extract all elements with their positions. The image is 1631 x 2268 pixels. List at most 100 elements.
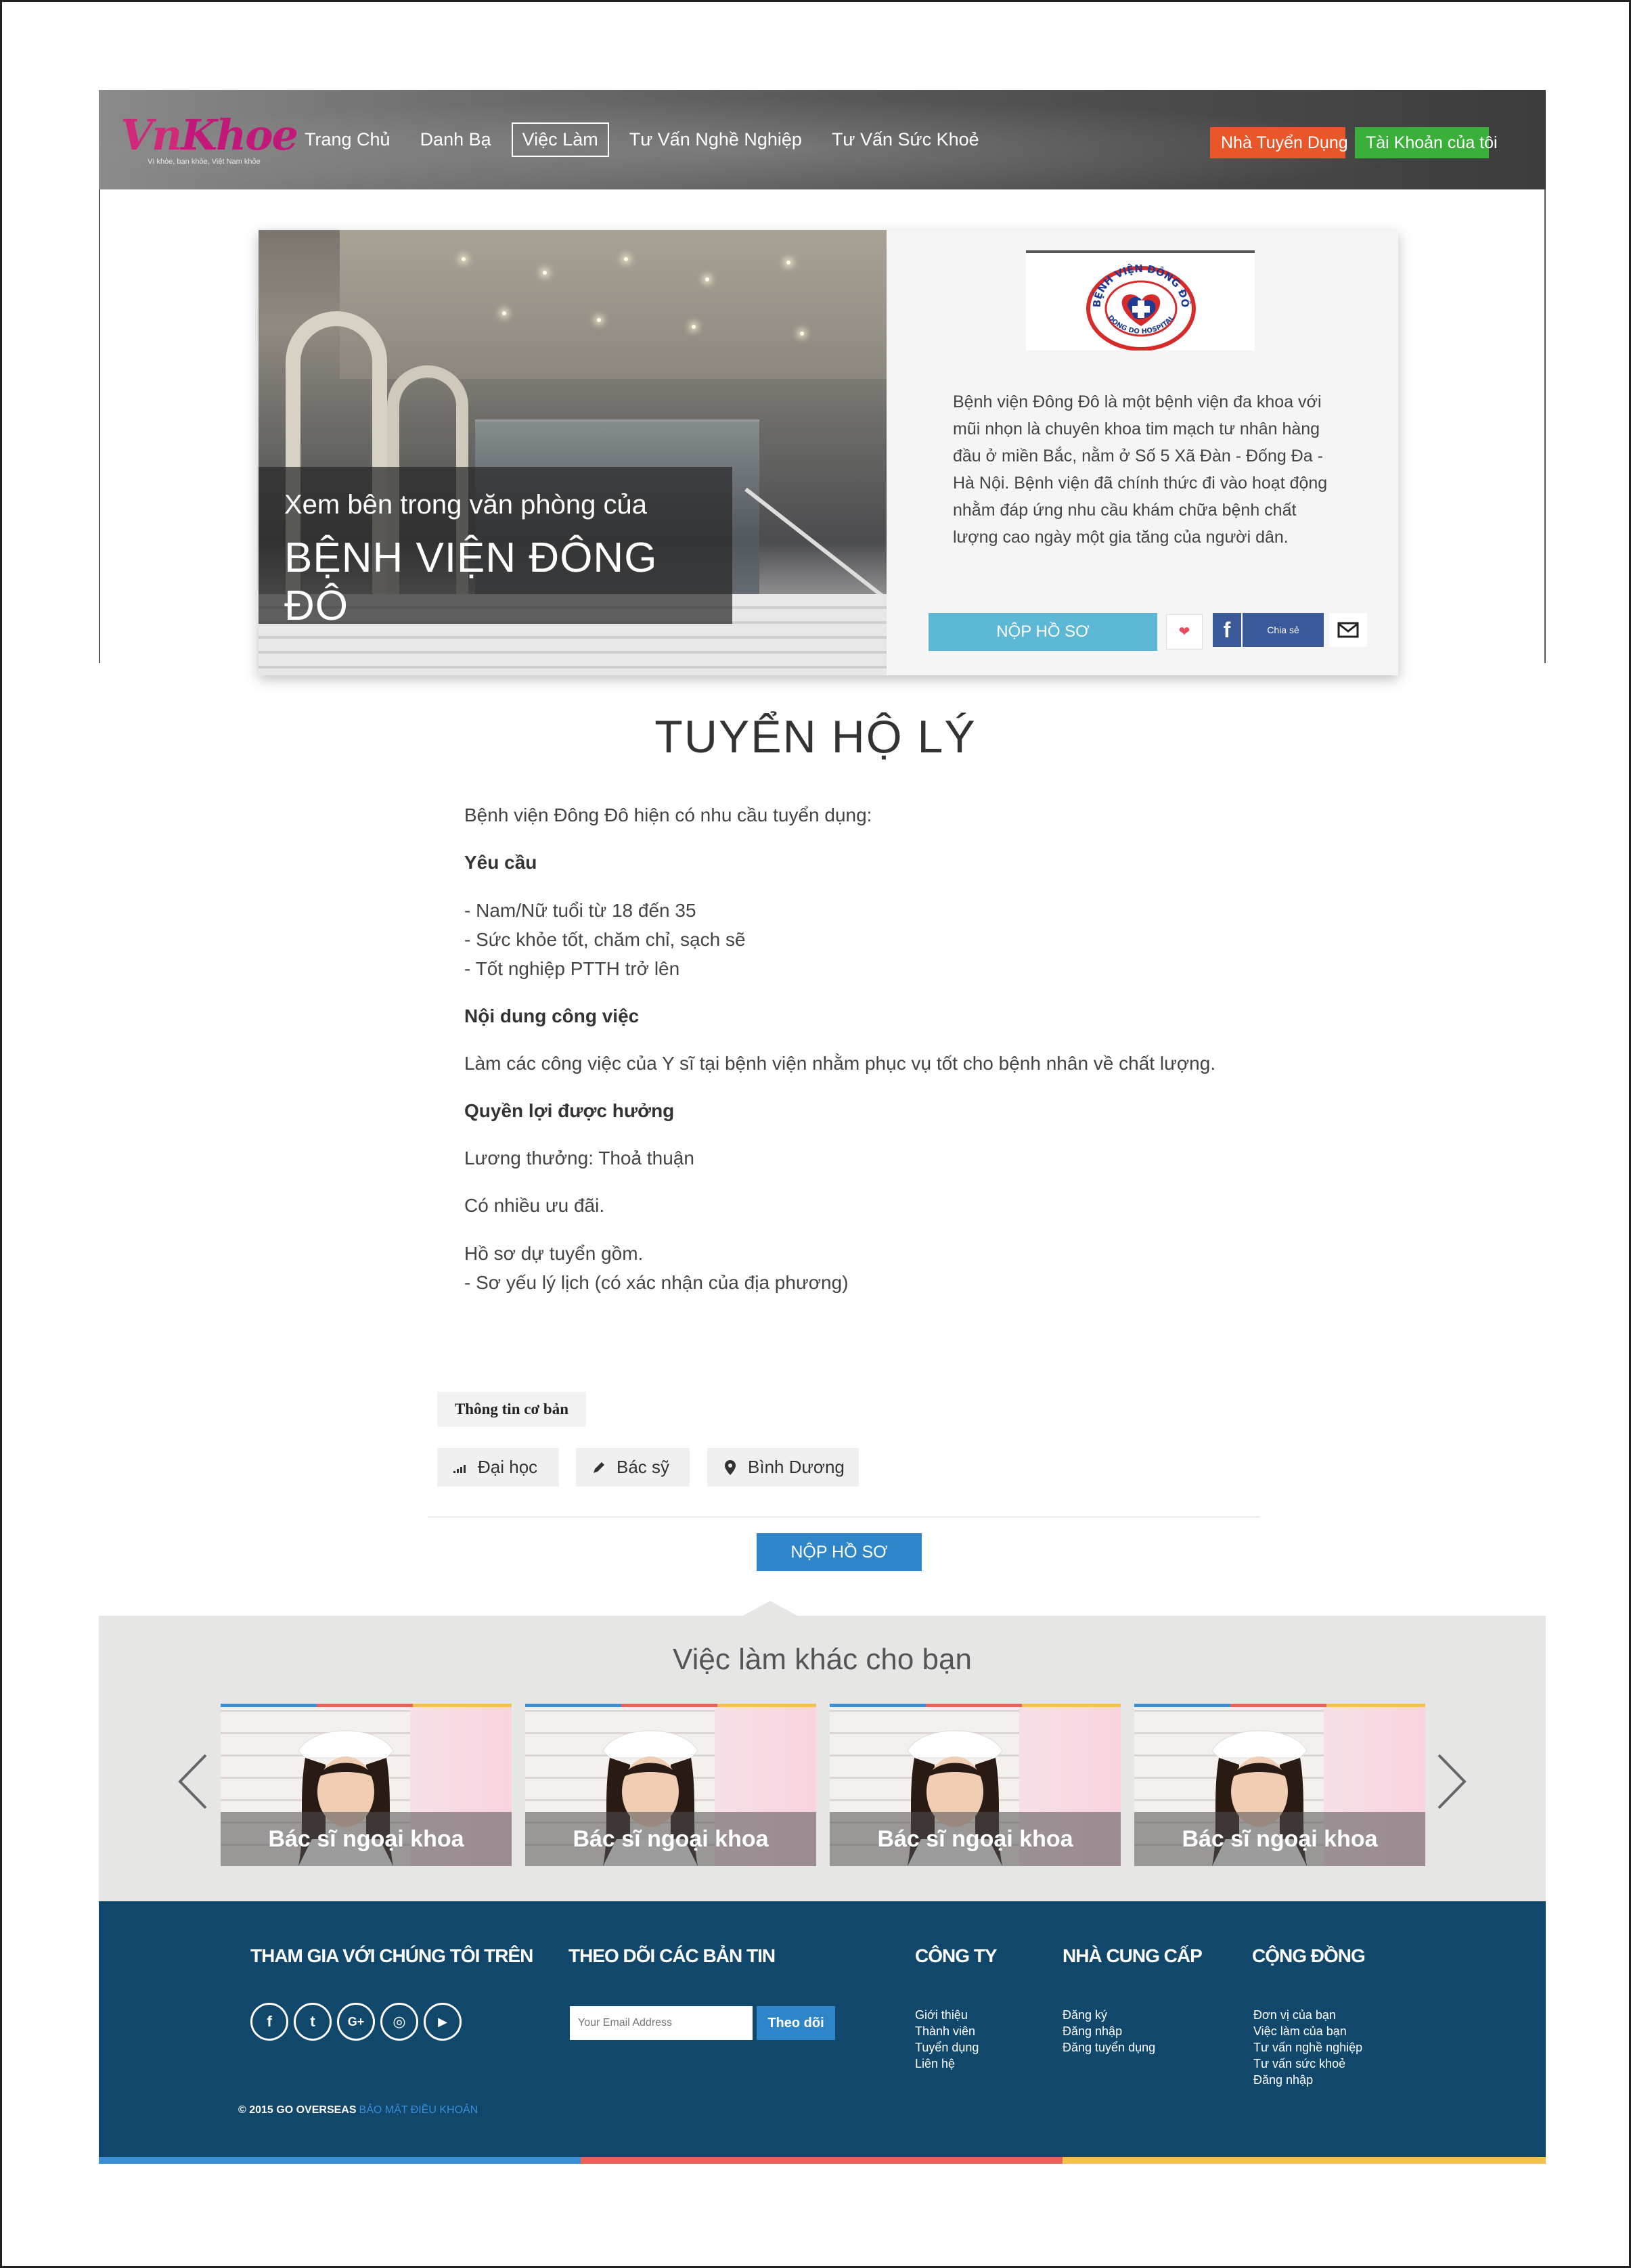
job-card-title: Bác sĩ ngoại khoa [1134, 1812, 1425, 1866]
job-description: Bệnh viện Đông Đô hiện có nhu cầu tuyển … [464, 801, 1236, 1297]
instagram-icon[interactable]: ◎ [380, 2003, 418, 2041]
nav-directory[interactable]: Danh Bạ [411, 124, 501, 156]
other-jobs-title: Việc làm khác cho bạn [673, 1643, 972, 1676]
facebook-share-button[interactable]: f Chia sẻ [1213, 613, 1324, 647]
copyright-text: © 2015 GO OVERSEAS [238, 2104, 357, 2116]
newsletter-follow-button[interactable]: Theo dõi [757, 2006, 835, 2040]
ceiling-light [597, 318, 601, 322]
company-links: Giới thiệu Thành viên Tuyển dụng Liên hệ [915, 2007, 979, 2072]
ceiling-light [502, 311, 506, 315]
job-card-title: Bác sĩ ngoại khoa [221, 1812, 512, 1866]
requirements-heading: Yêu cầu [464, 852, 537, 873]
salary: Lương thưởng: Thoả thuận [464, 1148, 694, 1169]
footer-community-heading: CỘNG ĐỒNG [1252, 1945, 1366, 1966]
tag-location: Bình Dương [707, 1448, 859, 1487]
my-account-button[interactable]: Tài Khoản của tôi [1355, 127, 1498, 158]
tag-label: Bình Dương [748, 1457, 845, 1477]
perks: Có nhiều ưu đãi. [464, 1195, 605, 1216]
apply-button-top[interactable]: NỘP HỒ SƠ [929, 613, 1157, 651]
envelope-icon [1337, 622, 1359, 638]
nav-career-advice[interactable]: Tư Vấn Nghề Nghiệp [620, 124, 811, 156]
nav-jobs[interactable]: Việc Làm [511, 122, 609, 157]
job-card[interactable]: Bác sĩ ngoại khoa [525, 1704, 816, 1866]
job-intro: Bệnh viện Đông Đô hiện có nhu cầu tuyển … [464, 804, 872, 825]
ceiling [340, 230, 887, 379]
job-card[interactable]: Bác sĩ ngoại khoa [830, 1704, 1121, 1866]
job-card[interactable]: Bác sĩ ngoại khoa [221, 1704, 512, 1866]
tag-label: Bác sỹ [617, 1457, 670, 1477]
site-logo[interactable]: VnKhoe Vì khỏe, bạn khỏe, Việt Nam khỏe [120, 110, 298, 171]
email-share-button[interactable] [1329, 613, 1367, 647]
job-content: Làm các công việc của Y sĩ tại bệnh viện… [464, 1053, 1216, 1074]
nav-health-advice[interactable]: Tư Vấn Sức Khoẻ [822, 124, 989, 156]
facebook-icon: f [1213, 613, 1243, 647]
footer-link[interactable]: Đơn vị của bạn [1253, 2007, 1362, 2023]
logo-khoe: Khoe [181, 110, 298, 160]
chevron-right-icon [1437, 1754, 1467, 1809]
company-info-panel: BỆNH VIỆN ĐÔNG ĐÔ DONG DO HOSPITAL Bệnh … [887, 230, 1398, 675]
footer-link[interactable]: Đăng nhập [1063, 2023, 1155, 2039]
favorite-button[interactable]: ❤ [1166, 614, 1203, 650]
stair-rail [744, 487, 886, 599]
logo-wordmark: VnKhoe [120, 110, 298, 160]
caption-line-1: Xem bên trong văn phòng của [284, 490, 647, 520]
other-jobs-section: Việc làm khác cho bạn Bác sĩ ngoại khoa [99, 1616, 1546, 1901]
footer-link[interactable]: Đăng ký [1063, 2007, 1155, 2023]
requirements-list: - Nam/Nữ tuổi từ 18 đến 35 - Sức khỏe tố… [464, 896, 1236, 983]
footer-link[interactable]: Tư vấn sức khoẻ [1253, 2056, 1362, 2072]
docs-line: - Sơ yếu lý lịch (có xác nhận của địa ph… [464, 1272, 849, 1293]
company-hero: Xem bên trong văn phòng của BỆNH VIỆN ĐÔ… [259, 230, 1398, 675]
requirement-item: - Tốt nghiệp PTTH trở lên [464, 958, 680, 979]
job-card-title: Bác sĩ ngoại khoa [525, 1812, 816, 1866]
tag-profession: Bác sỹ [576, 1448, 690, 1487]
ceiling-light [705, 277, 709, 281]
office-photo: Xem bên trong văn phòng của BỆNH VIỆN ĐÔ… [259, 230, 887, 675]
footer-newsletter-heading: THEO DÕI CÁC BẢN TIN [568, 1945, 776, 1966]
twitter-icon[interactable]: t [294, 2003, 332, 2041]
footer-link[interactable]: Đăng nhập [1253, 2072, 1362, 2088]
google-plus-icon[interactable]: G+ [337, 2003, 375, 2041]
basic-info-tab[interactable]: Thông tin cơ bản [437, 1392, 586, 1427]
chevron-left-icon [178, 1754, 207, 1809]
job-card[interactable]: Bác sĩ ngoại khoa [1134, 1704, 1425, 1866]
facebook-icon[interactable]: f [250, 2003, 288, 2041]
logo-vn: Vn [120, 110, 182, 160]
footer-link[interactable]: Giới thiệu [915, 2007, 979, 2023]
right-border [1544, 189, 1546, 663]
share-label: Chia sẻ [1267, 625, 1299, 635]
job-title: TUYỂN HỘ LÝ [654, 711, 977, 763]
community-links: Đơn vị của bạn Việc làm của bạn Tư vấn n… [1253, 2007, 1362, 2088]
footer-link[interactable]: Liên hệ [915, 2056, 979, 2072]
footer-link[interactable]: Tuyển dụng [915, 2039, 979, 2056]
job-card-title: Bác sĩ ngoại khoa [830, 1812, 1121, 1866]
employer-button[interactable]: Nhà Tuyển Dụng [1210, 127, 1348, 158]
carousel-next-arrow[interactable] [1431, 1751, 1471, 1812]
ceiling-light [692, 325, 696, 329]
company-description: Bệnh viện Đông Đô là một bệnh viện đa kh… [953, 392, 1328, 547]
requirement-item: - Sức khỏe tốt, chăm chỉ, sạch sẽ [464, 929, 746, 950]
newsletter-email-input[interactable] [570, 2006, 753, 2040]
carousel-prev-arrow[interactable] [173, 1751, 214, 1812]
content-heading: Nội dung công việc [464, 1005, 640, 1026]
footer-link[interactable]: Việc làm của bạn [1253, 2023, 1362, 2039]
footer-link[interactable]: Thành viên [915, 2023, 979, 2039]
left-border [99, 189, 100, 663]
hospital-logo: BỆNH VIỆN ĐÔNG ĐÔ DONG DO HOSPITAL [1026, 250, 1255, 350]
docs-line: Hồ sơ dự tuyển gồm. [464, 1243, 644, 1264]
ceiling-light [462, 257, 466, 261]
benefits-heading: Quyền lợi được hưởng [464, 1100, 675, 1121]
main-nav: Trang Chủ Danh Bạ Việc Làm Tư Vấn Nghề N… [295, 90, 1000, 189]
ceiling-light [800, 332, 804, 336]
tag-label: Đại học [478, 1457, 538, 1477]
site-footer: THAM GIA VỚI CHÚNG TÔI TRÊN f t G+ ◎ ▶ T… [99, 1901, 1546, 2157]
footer-link[interactable]: Tư vấn nghề nghiệp [1253, 2039, 1362, 2056]
hero-caption: Xem bên trong văn phòng của BỆNH VIỆN ĐÔ… [259, 467, 732, 629]
footer-color-bar [99, 2157, 1546, 2164]
youtube-icon[interactable]: ▶ [424, 2003, 462, 2041]
footer-link[interactable]: Đăng tuyển dụng [1063, 2039, 1155, 2056]
apply-button-bottom[interactable]: NỘP HỒ SƠ [757, 1533, 922, 1571]
map-marker-icon [717, 1448, 744, 1487]
nav-home[interactable]: Trang Chủ [295, 124, 400, 156]
terms-link[interactable]: BẢO MẬT ĐIỀU KHOẢN [359, 2104, 478, 2116]
requirement-item: - Nam/Nữ tuổi từ 18 đến 35 [464, 900, 696, 921]
